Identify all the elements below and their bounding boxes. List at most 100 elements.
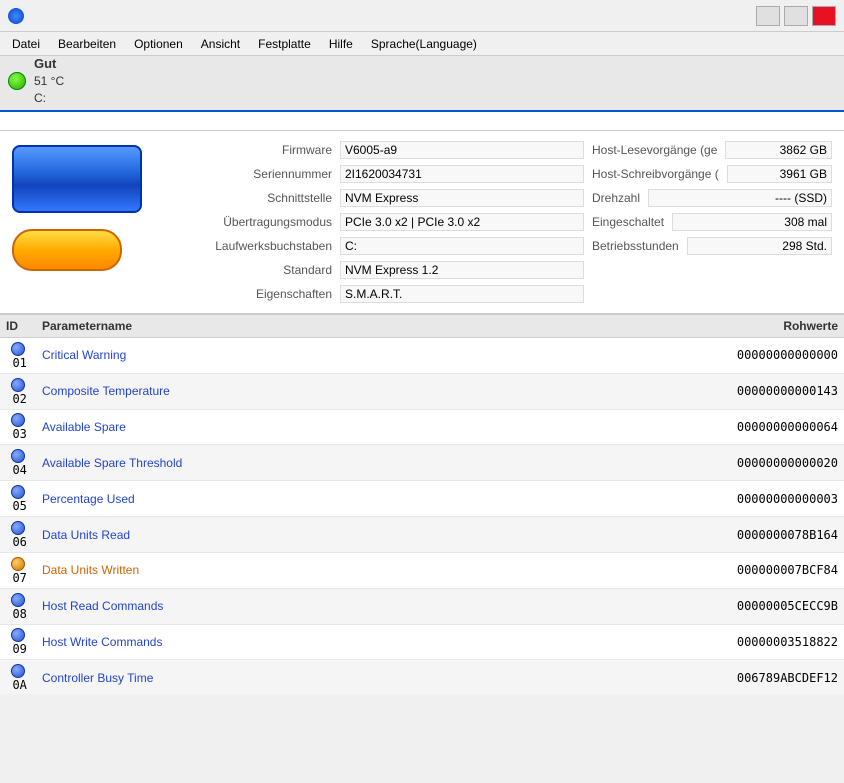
cell-dot: 06 bbox=[0, 517, 36, 553]
status-dot bbox=[11, 593, 25, 607]
middle-panel: Firmware V6005-a9 Seriennummer 2I1620034… bbox=[180, 139, 584, 305]
cell-name: Host Write Commands bbox=[36, 624, 644, 660]
cell-raw: 00000000000003 bbox=[644, 481, 844, 517]
drive-tab-temp: 51 °C bbox=[34, 73, 64, 90]
table-row: 03 Available Spare 00000000000064 bbox=[0, 409, 844, 445]
cell-name: Data Units Written bbox=[36, 552, 644, 588]
cell-raw: 0000000078B164 bbox=[644, 517, 844, 553]
drive-tab-status: Gut bbox=[34, 55, 64, 73]
smart-table: ID Parametername Rohwerte 01 Critical Wa… bbox=[0, 315, 844, 694]
cell-name: Composite Temperature bbox=[36, 373, 644, 409]
cell-id: 04 bbox=[12, 463, 26, 477]
cell-dot: 01 bbox=[0, 338, 36, 374]
status-dot bbox=[11, 378, 25, 392]
drive-title bbox=[0, 112, 844, 131]
host-read-row: Host-Lesevorgänge (ge 3862 GB bbox=[592, 139, 832, 161]
cell-name: Critical Warning bbox=[36, 338, 644, 374]
firmware-key: Firmware bbox=[180, 143, 340, 157]
drive-tab[interactable]: Gut 51 °C C: bbox=[8, 55, 64, 111]
cell-id: 03 bbox=[12, 427, 26, 441]
menu-sprache[interactable]: Sprache(Language) bbox=[363, 35, 485, 53]
drive-tab-bar: Gut 51 °C C: bbox=[0, 56, 844, 112]
eigenschaften-val: S.M.A.R.T. bbox=[340, 285, 584, 303]
cell-id: 01 bbox=[12, 356, 26, 370]
op-hours-key: Betriebsstunden bbox=[592, 239, 687, 253]
status-dot bbox=[11, 521, 25, 535]
menu-hilfe[interactable]: Hilfe bbox=[321, 35, 361, 53]
info-section: Firmware V6005-a9 Seriennummer 2I1620034… bbox=[0, 131, 844, 314]
col-header-id: ID bbox=[0, 315, 36, 338]
serial-key: Seriennummer bbox=[180, 167, 340, 181]
status-dot bbox=[11, 342, 25, 356]
letter-val: C: bbox=[340, 237, 584, 255]
power-on-count-key: Eingeschaltet bbox=[592, 215, 672, 229]
op-hours-row: Betriebsstunden 298 Std. bbox=[592, 235, 832, 257]
title-bar bbox=[0, 0, 844, 32]
menu-optionen[interactable]: Optionen bbox=[126, 35, 191, 53]
table-row: 09 Host Write Commands 00000003518822 bbox=[0, 624, 844, 660]
status-box bbox=[12, 145, 142, 213]
transfer-val: PCIe 3.0 x2 | PCIe 3.0 x2 bbox=[340, 213, 584, 231]
cell-id: 08 bbox=[12, 607, 26, 621]
cell-dot: 07 bbox=[0, 552, 36, 588]
op-hours-val: 298 Std. bbox=[687, 237, 832, 255]
menu-ansicht[interactable]: Ansicht bbox=[193, 35, 248, 53]
cell-name: Host Read Commands bbox=[36, 588, 644, 624]
table-row: 06 Data Units Read 0000000078B164 bbox=[0, 517, 844, 553]
host-write-val: 3961 GB bbox=[727, 165, 832, 183]
rpm-row: Drehzahl ---- (SSD) bbox=[592, 187, 832, 209]
drive-tab-letter: C: bbox=[34, 90, 64, 107]
power-on-count-row: Eingeschaltet 308 mal bbox=[592, 211, 832, 233]
menu-festplatte[interactable]: Festplatte bbox=[250, 35, 319, 53]
standard-key: Standard bbox=[180, 263, 340, 277]
interface-row: Schnittstelle NVM Express bbox=[180, 187, 584, 209]
cell-name: Percentage Used bbox=[36, 481, 644, 517]
col-header-raw: Rohwerte bbox=[644, 315, 844, 338]
app-icon bbox=[8, 8, 24, 24]
host-read-val: 3862 GB bbox=[725, 141, 832, 159]
status-dot bbox=[11, 628, 25, 642]
cell-id: 02 bbox=[12, 392, 26, 406]
table-row: 04 Available Spare Threshold 00000000000… bbox=[0, 445, 844, 481]
menu-bearbeiten[interactable]: Bearbeiten bbox=[50, 35, 124, 53]
host-read-key: Host-Lesevorgänge (ge bbox=[592, 143, 725, 157]
menu-bar: Datei Bearbeiten Optionen Ansicht Festpl… bbox=[0, 32, 844, 56]
status-dot bbox=[11, 485, 25, 499]
cell-dot: 04 bbox=[0, 445, 36, 481]
power-on-count-val: 308 mal bbox=[672, 213, 832, 231]
cell-name: Available Spare Threshold bbox=[36, 445, 644, 481]
right-panel: Host-Lesevorgänge (ge 3862 GB Host-Schre… bbox=[592, 139, 832, 305]
rpm-key: Drehzahl bbox=[592, 191, 648, 205]
cell-raw: 006789ABCDEF12 bbox=[644, 660, 844, 694]
cell-raw: 00000000000020 bbox=[644, 445, 844, 481]
menu-datei[interactable]: Datei bbox=[4, 35, 48, 53]
minimize-button[interactable] bbox=[756, 6, 780, 26]
rpm-val: ---- (SSD) bbox=[648, 189, 832, 207]
eigenschaften-key: Eigenschaften bbox=[180, 287, 340, 301]
cell-id: 09 bbox=[12, 642, 26, 656]
maximize-button[interactable] bbox=[784, 6, 808, 26]
host-write-row: Host-Schreibvorgänge ( 3961 GB bbox=[592, 163, 832, 185]
cell-id: 07 bbox=[12, 571, 26, 585]
firmware-row: Firmware V6005-a9 bbox=[180, 139, 584, 161]
close-button[interactable] bbox=[812, 6, 836, 26]
standard-row: Standard NVM Express 1.2 bbox=[180, 259, 584, 281]
cell-raw: 00000003518822 bbox=[644, 624, 844, 660]
cell-name: Available Spare bbox=[36, 409, 644, 445]
serial-row: Seriennummer 2I1620034731 bbox=[180, 163, 584, 185]
eigenschaften-row: Eigenschaften S.M.A.R.T. bbox=[180, 283, 584, 305]
drive-tab-info: Gut 51 °C C: bbox=[34, 55, 64, 107]
firmware-val: V6005-a9 bbox=[340, 141, 584, 159]
cell-raw: 00000000000000 bbox=[644, 338, 844, 374]
cell-id: 0A bbox=[12, 678, 26, 692]
status-dot bbox=[11, 664, 25, 678]
cell-dot: 02 bbox=[0, 373, 36, 409]
cell-id: 06 bbox=[12, 535, 26, 549]
status-dot bbox=[11, 449, 25, 463]
cell-raw: 00000005CECC9B bbox=[644, 588, 844, 624]
cell-raw: 00000000000064 bbox=[644, 409, 844, 445]
cell-dot: 09 bbox=[0, 624, 36, 660]
cell-dot: 08 bbox=[0, 588, 36, 624]
status-dot bbox=[11, 557, 25, 571]
standard-val: NVM Express 1.2 bbox=[340, 261, 584, 279]
